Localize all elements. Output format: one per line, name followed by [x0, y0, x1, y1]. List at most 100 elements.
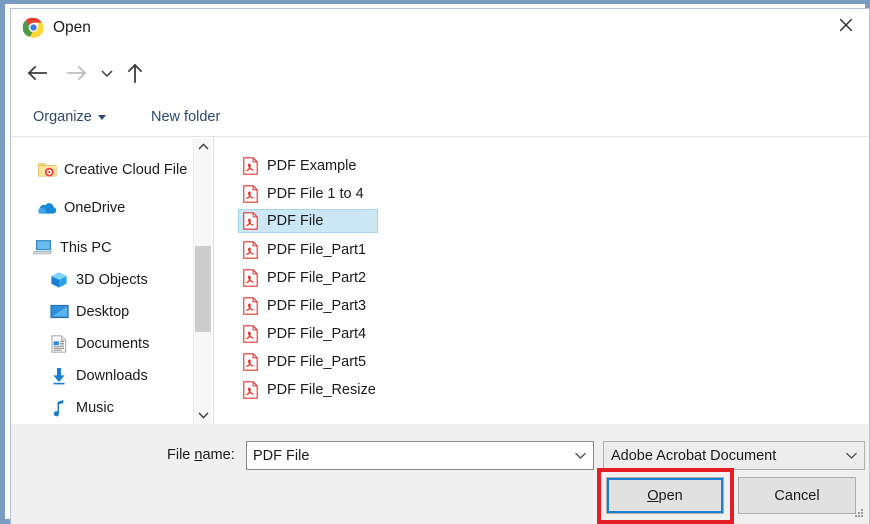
- sidebar-item-label: Downloads: [76, 367, 148, 384]
- open-accel: O: [647, 487, 659, 504]
- chevron-down-icon: [574, 452, 586, 459]
- documents-icon: [49, 334, 69, 353]
- sidebar-item-desktop[interactable]: Desktop: [49, 298, 129, 325]
- open-rest: pen: [658, 487, 683, 504]
- pdf-file-icon: [243, 325, 258, 343]
- list-item-label: PDF File_Resize: [267, 382, 376, 398]
- open-button[interactable]: Open: [606, 477, 724, 514]
- close-button[interactable]: [823, 9, 869, 40]
- sidebar-item-documents[interactable]: Documents: [49, 330, 149, 357]
- sidebar-item-label: Documents: [76, 335, 150, 352]
- resize-grip-icon[interactable]: [853, 507, 865, 519]
- sidebar-item-3d-objects[interactable]: 3D Objects: [49, 266, 148, 293]
- organize-label: Organize: [33, 109, 92, 125]
- pdf-file-icon: [243, 297, 258, 315]
- new-folder-label: New folder: [151, 109, 221, 125]
- back-button[interactable]: [23, 59, 51, 87]
- sidebar-item-onedrive[interactable]: OneDrive: [37, 194, 125, 221]
- this-pc-icon: [33, 239, 53, 257]
- list-item[interactable]: PDF File_Part3: [239, 294, 374, 318]
- command-bar: Organize New folder: [11, 97, 869, 215]
- sidebar-item-label: Music: [76, 399, 114, 416]
- list-item-label: PDF File_Part4: [267, 326, 367, 342]
- list-item-label: PDF File_Part3: [267, 298, 367, 314]
- list-item[interactable]: PDF Example: [239, 154, 364, 178]
- open-file-dialog: Open Organize New folder Creative Cloud …: [0, 0, 870, 524]
- recent-locations-button[interactable]: [97, 59, 117, 87]
- window-title: Open: [53, 19, 91, 36]
- chevron-down-icon: [101, 70, 113, 78]
- sidebar-item-this-pc[interactable]: This PC: [33, 234, 112, 261]
- file-list: PDF Example PDF File 1 to 4 PDF File PDF…: [214, 138, 869, 424]
- onedrive-cloud-icon: [37, 199, 57, 217]
- file-type-combobox[interactable]: Adobe Acrobat Document: [603, 441, 865, 470]
- sidebar-item-music[interactable]: Music: [49, 394, 114, 421]
- pdf-file-icon: [243, 241, 258, 259]
- list-item-label: PDF Example: [267, 158, 357, 174]
- dialog-body: Creative Cloud File OneDrive This PC 3D …: [11, 138, 869, 424]
- new-folder-button[interactable]: New folder: [151, 106, 220, 128]
- arrow-up-icon: [127, 63, 143, 83]
- title-bar: Open: [11, 9, 869, 49]
- list-item[interactable]: PDF File_Part5: [239, 350, 374, 374]
- file-name-dropdown-button[interactable]: [567, 442, 593, 469]
- file-name-label-post: ame:: [202, 447, 235, 463]
- chrome-logo-icon: [23, 17, 44, 38]
- cancel-button-label: Cancel: [774, 487, 820, 504]
- cancel-button[interactable]: Cancel: [738, 477, 856, 514]
- list-item-label: PDF File_Part5: [267, 354, 367, 370]
- sidebar-item-label: Desktop: [76, 303, 130, 320]
- pdf-file-icon: [243, 269, 258, 287]
- scroll-up-button[interactable]: [194, 138, 212, 156]
- creative-cloud-folder-icon: [37, 161, 57, 179]
- navigation-pane: Creative Cloud File OneDrive This PC 3D …: [11, 138, 213, 424]
- pdf-file-icon: [243, 353, 258, 371]
- open-button-label: Open: [647, 488, 682, 504]
- file-type-value[interactable]: Adobe Acrobat Document: [604, 448, 838, 464]
- list-item-label: PDF File_Part2: [267, 270, 367, 286]
- forward-button[interactable]: [63, 59, 91, 87]
- chevron-up-icon: [197, 143, 209, 150]
- sidebar-item-label: This PC: [60, 239, 112, 256]
- up-one-level-button[interactable]: [121, 59, 149, 87]
- list-item-label: PDF File: [267, 213, 324, 229]
- file-type-dropdown-button[interactable]: [838, 442, 864, 469]
- pdf-file-icon: [243, 381, 258, 399]
- scrollbar-thumb[interactable]: [195, 246, 211, 332]
- scroll-down-button[interactable]: [194, 406, 212, 424]
- file-name-combobox[interactable]: PDF File: [246, 441, 594, 470]
- file-name-label: File name:: [167, 447, 235, 463]
- title-bar-left: Open: [23, 17, 91, 38]
- sidebar-item-creative-cloud-file[interactable]: Creative Cloud File: [37, 156, 187, 183]
- pdf-file-icon: [243, 157, 258, 175]
- dialog-inner-frame: Open Organize New folder Creative Cloud …: [10, 8, 870, 524]
- caret-down-icon: [97, 114, 106, 120]
- sidebar-item-label: 3D Objects: [76, 271, 148, 288]
- sidebar-item-label: OneDrive: [64, 199, 126, 216]
- navigation-pane-scrollbar[interactable]: [193, 138, 211, 424]
- list-item[interactable]: PDF File_Part4: [239, 322, 374, 346]
- list-item[interactable]: PDF File_Resize: [239, 378, 384, 402]
- file-name-input[interactable]: PDF File: [247, 448, 567, 464]
- list-item-selected[interactable]: PDF File: [238, 209, 378, 233]
- list-item[interactable]: PDF File_Part2: [239, 266, 374, 290]
- list-item[interactable]: PDF File 1 to 4: [239, 182, 372, 206]
- list-item[interactable]: PDF File_Part1: [239, 238, 374, 262]
- music-note-icon: [49, 399, 69, 417]
- list-item-label: PDF File_Part1: [267, 242, 367, 258]
- downloads-icon: [49, 367, 69, 385]
- arrow-right-icon: [67, 65, 87, 81]
- chevron-down-icon: [845, 452, 857, 459]
- close-icon: [839, 18, 853, 31]
- navigation-bar: « JTP ❯ PDF ❯ Sample Files: [11, 49, 869, 128]
- sidebar-item-downloads[interactable]: Downloads: [49, 362, 148, 389]
- file-name-label-pre: File: [167, 447, 195, 463]
- organize-button[interactable]: Organize: [33, 106, 106, 128]
- pdf-file-icon: [243, 212, 258, 230]
- sidebar-item-label: Creative Cloud File: [64, 161, 188, 178]
- list-item-label: PDF File 1 to 4: [267, 186, 364, 202]
- desktop-icon: [49, 303, 69, 321]
- 3d-objects-icon: [49, 271, 69, 289]
- pdf-file-icon: [243, 185, 258, 203]
- chevron-down-icon: [197, 412, 209, 419]
